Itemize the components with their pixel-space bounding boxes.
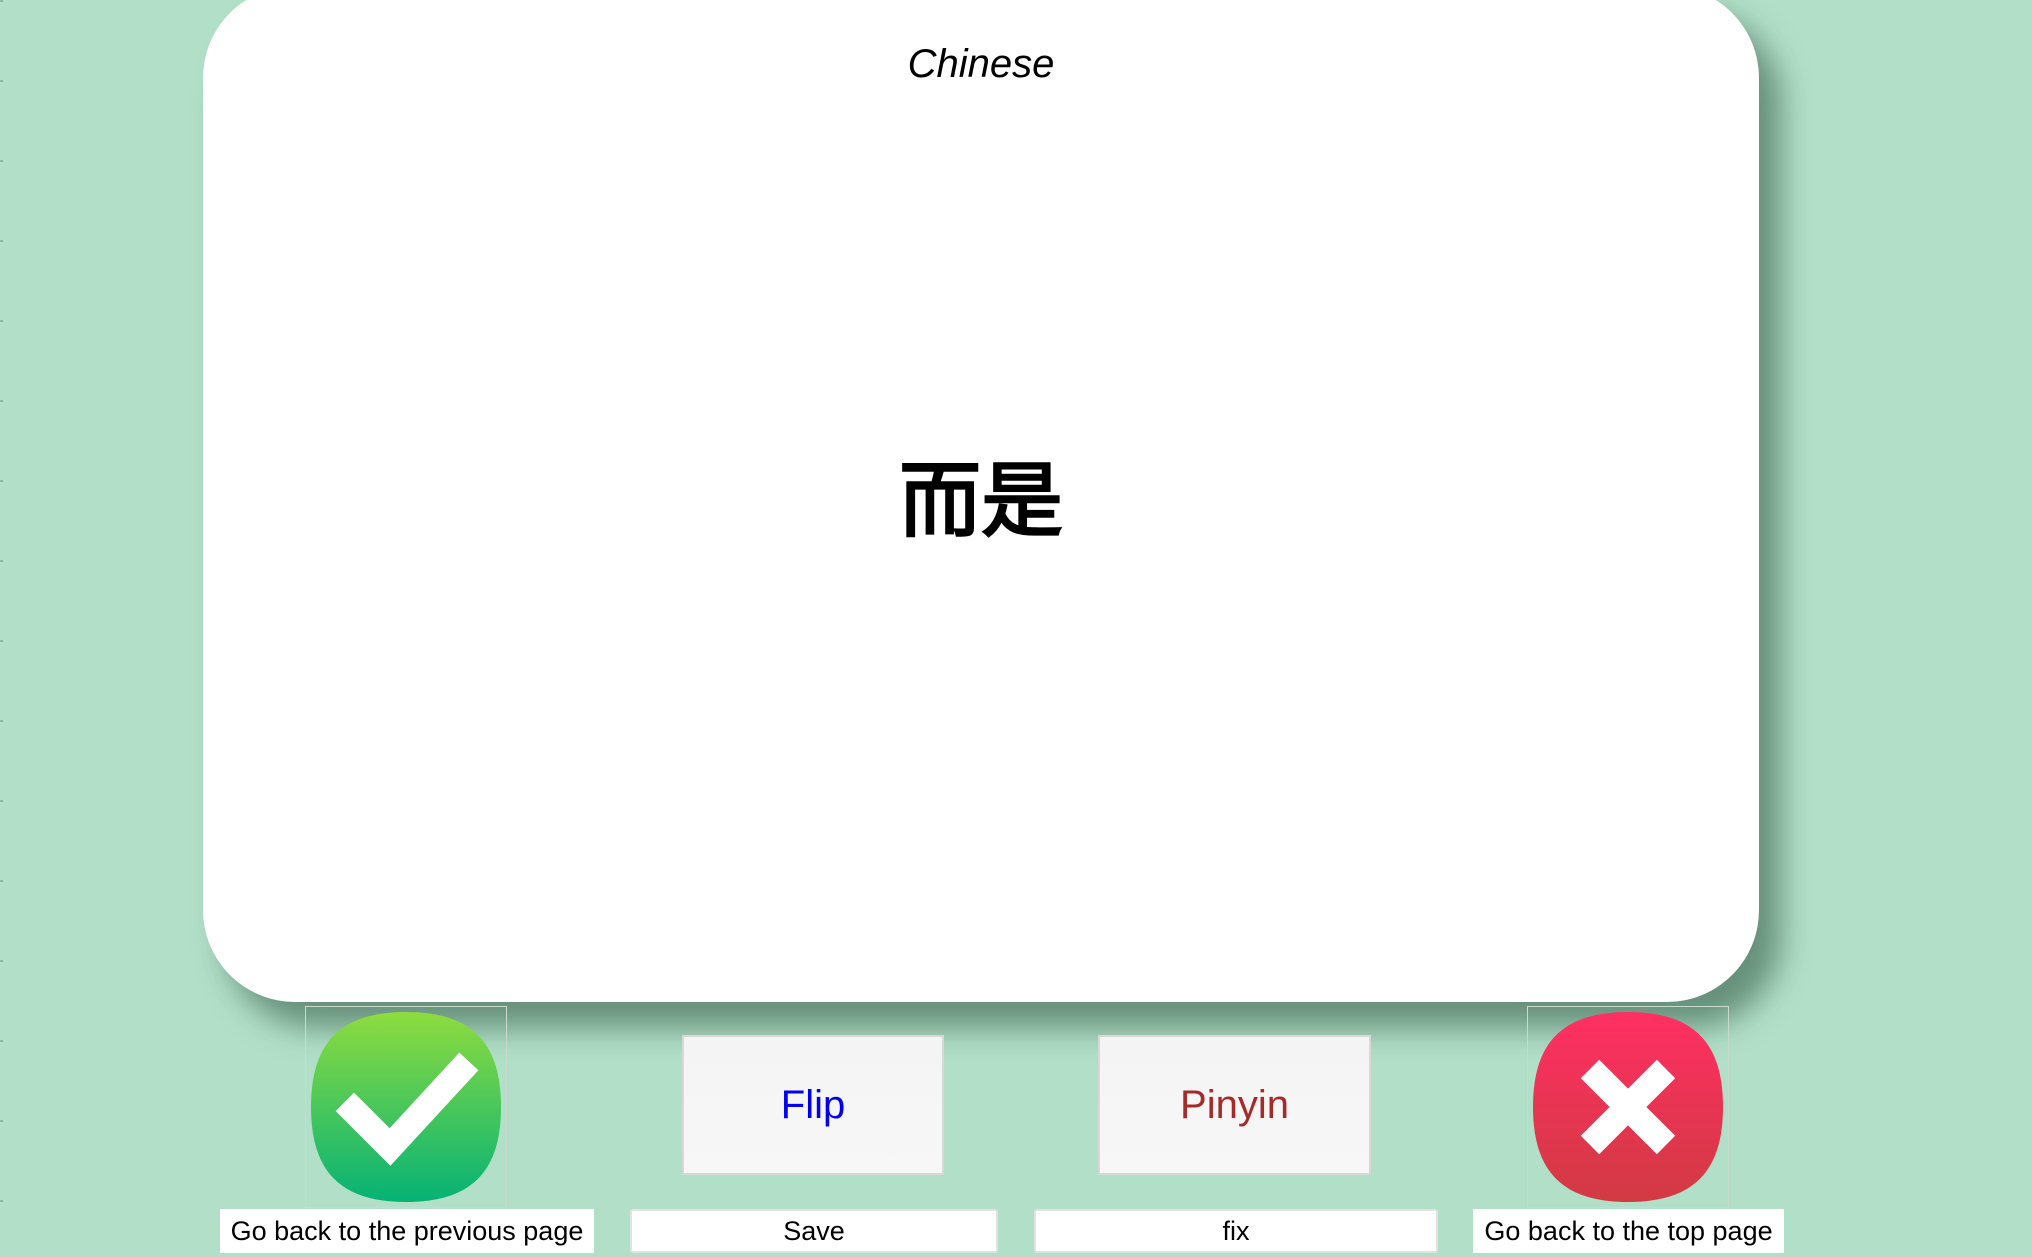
close-icon [1533,1012,1723,1202]
save-label: Save [783,1215,845,1246]
pinyin-button-label: Pinyin [1180,1082,1289,1127]
fix-button[interactable]: fix [1034,1209,1438,1253]
card-language-label: Chinese [907,42,1055,86]
flip-button-label: Flip [780,1082,846,1127]
flip-button[interactable]: Flip [682,1035,944,1175]
go-back-previous-label: Go back to the previous page [230,1215,584,1246]
check-icon [311,1012,501,1202]
go-back-top-label: Go back to the top page [1484,1215,1773,1246]
save-button[interactable]: Save [630,1209,998,1253]
incorrect-button[interactable] [1527,1006,1729,1208]
pinyin-button[interactable]: Pinyin [1098,1035,1371,1175]
fix-label: fix [1222,1215,1250,1246]
window-edge [0,0,3,1257]
correct-button[interactable] [305,1006,507,1208]
go-back-previous-link[interactable]: Go back to the previous page [220,1209,594,1253]
card-word: 而是 [898,454,1063,549]
flashcard: Chinese 而是 [203,0,1759,1002]
go-back-top-link[interactable]: Go back to the top page [1473,1209,1784,1253]
